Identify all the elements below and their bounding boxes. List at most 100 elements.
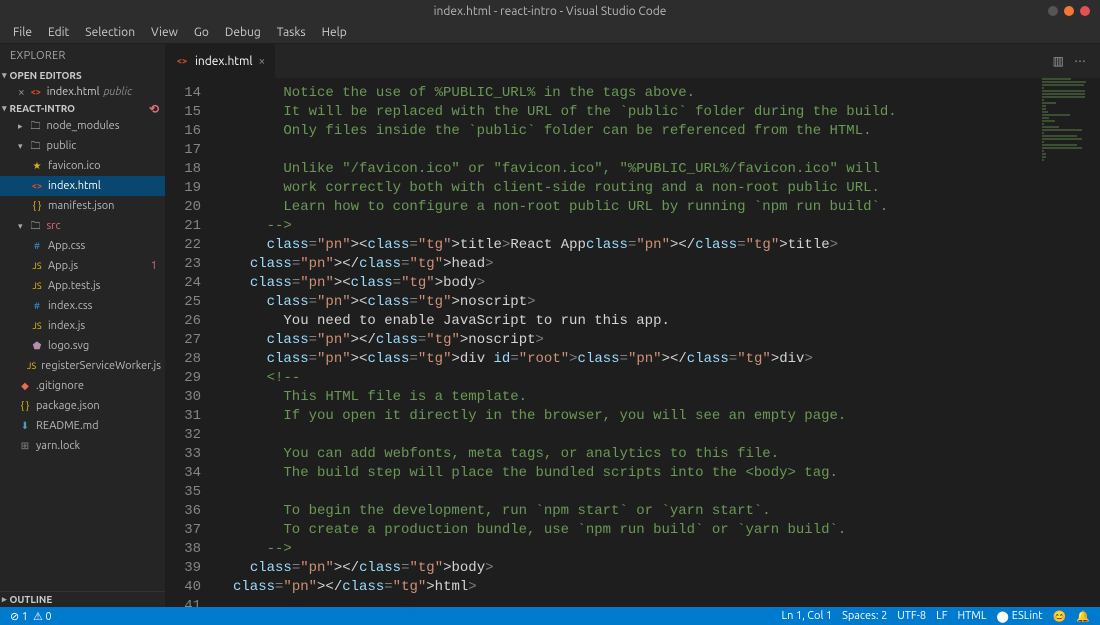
file-icon: { } [18, 399, 32, 413]
menu-go[interactable]: Go [187, 24, 216, 41]
file-name: package.json [36, 398, 161, 414]
file-icon: ⬇ [18, 419, 32, 433]
file-name: App.js [48, 258, 147, 274]
menu-tasks[interactable]: Tasks [270, 24, 313, 41]
tree-item-index-js[interactable]: JS index.js [0, 316, 165, 336]
file-icon: { } [30, 199, 44, 213]
refresh-icon[interactable]: ⟲ [149, 102, 159, 116]
chevron-icon: ▸ [18, 118, 23, 134]
editor-area: <> index.html × ▥ ⋯ 14151617181920212223… [165, 44, 1100, 607]
minimize-button[interactable] [1048, 6, 1058, 16]
chevron-icon: ▾ [18, 218, 23, 234]
tree-item-App-js[interactable]: JS App.js1 [0, 256, 165, 276]
folder-icon: 🗀 [29, 219, 43, 233]
tab-close-icon[interactable]: × [259, 55, 266, 68]
folder-icon: 🗀 [29, 139, 43, 153]
tree-item--gitignore[interactable]: ◆ .gitignore [0, 376, 165, 396]
menu-help[interactable]: Help [315, 24, 354, 41]
html-file-icon: <> [29, 85, 43, 99]
file-name: manifest.json [48, 198, 161, 214]
file-icon: ★ [30, 159, 44, 173]
file-name: .gitignore [36, 378, 161, 394]
status-encoding[interactable]: UTF-8 [897, 610, 926, 622]
file-name: README.md [36, 418, 161, 434]
open-editor-item[interactable]: × <> index.html public [0, 83, 165, 101]
outline-header[interactable]: ▸ OUTLINE [0, 591, 165, 607]
file-icon: JS [30, 319, 44, 333]
split-editor-icon[interactable]: ▥ [1053, 54, 1064, 68]
code-editor[interactable]: 1415161718192021222324252627282930313233… [165, 78, 1100, 607]
tree-item-index-html[interactable]: <>index.html [0, 176, 165, 196]
menu-file[interactable]: File [6, 24, 39, 41]
chevron-down-icon: ▾ [2, 103, 7, 114]
tree-item-package-json[interactable]: { } package.json [0, 396, 165, 416]
tree-item-logo-svg[interactable]: ⬟ logo.svg [0, 336, 165, 356]
window-title: index.html - react-intro - Visual Studio… [434, 5, 667, 18]
status-indentation[interactable]: Spaces: 2 [842, 610, 887, 622]
tree-item-src[interactable]: ▾🗀src [0, 216, 165, 236]
project-header[interactable]: ▾ REACT-INTRO ⟲ [0, 101, 165, 116]
tree-item-App-css[interactable]: # App.css [0, 236, 165, 256]
file-name: index.js [48, 318, 161, 334]
file-icon: JS [30, 279, 44, 293]
menu-edit[interactable]: Edit [41, 24, 76, 41]
maximize-button[interactable] [1064, 6, 1074, 16]
tree-item-App-test-js[interactable]: JS App.test.js [0, 276, 165, 296]
tree-item-index-css[interactable]: # index.css [0, 296, 165, 316]
status-feedback[interactable]: 😊 [1053, 610, 1067, 623]
explorer-sidebar: EXPLORER ▾ OPEN EDITORS × <> index.html … [0, 44, 165, 607]
file-icon: ⊞ [18, 439, 32, 453]
error-badge: 1 [151, 258, 157, 274]
menu-bar: File Edit Selection View Go Debug Tasks … [0, 22, 1100, 44]
minimap[interactable] [1040, 78, 1100, 198]
window-title-bar: index.html - react-intro - Visual Studio… [0, 0, 1100, 22]
close-editor-icon[interactable]: × [18, 86, 25, 99]
tree-item-yarn-lock[interactable]: ⊞ yarn.lock [0, 436, 165, 456]
file-name: logo.svg [48, 338, 161, 354]
status-language[interactable]: HTML [958, 610, 987, 622]
status-eslint[interactable]: ⬤ ESLint [996, 610, 1042, 623]
file-name: App.css [48, 238, 161, 254]
file-icon: JS [30, 259, 44, 273]
file-name: index.css [48, 298, 161, 314]
file-name: favicon.ico [48, 158, 161, 174]
file-tree: ▸ 🗀 node_modules ▾ 🗀 public★ favicon.ico <>inde… [0, 116, 165, 456]
tree-item-public[interactable]: ▾ 🗀 public [0, 136, 165, 156]
tree-item-manifest-json[interactable]: { } manifest.json [0, 196, 165, 216]
line-gutter: 1415161718192021222324252627282930313233… [165, 78, 215, 607]
file-icon: JS [26, 359, 37, 373]
tab-index-html[interactable]: <> index.html × [165, 44, 276, 78]
tree-item-registerServiceWorker-js[interactable]: JS registerServiceWorker.js [0, 356, 165, 376]
open-editors-header[interactable]: ▾ OPEN EDITORS [0, 68, 165, 83]
tree-item-README-md[interactable]: ⬇ README.md [0, 416, 165, 436]
code-content[interactable]: Notice the use of %PUBLIC_URL% in the ta… [215, 78, 1100, 607]
file-name: public [47, 138, 161, 154]
status-bar: ⊘ 1 ⚠ 0 Ln 1, Col 1 Spaces: 2 UTF-8 LF H… [0, 607, 1100, 625]
chevron-icon: ▾ [18, 138, 23, 154]
file-icon: ⬟ [30, 339, 44, 353]
chevron-right-icon: ▸ [2, 594, 7, 605]
menu-debug[interactable]: Debug [218, 24, 268, 41]
folder-icon: 🗀 [29, 119, 43, 133]
menu-selection[interactable]: Selection [78, 24, 142, 41]
file-name: index.html [48, 178, 161, 194]
html-file-icon: <> [175, 54, 189, 68]
file-name: node_modules [47, 118, 161, 134]
status-notifications-icon[interactable]: 🔔 [1076, 610, 1090, 623]
more-actions-icon[interactable]: ⋯ [1074, 54, 1086, 68]
close-window-button[interactable] [1080, 6, 1090, 16]
status-problems[interactable]: ⊘ 1 ⚠ 0 [10, 610, 52, 623]
tree-item-node_modules[interactable]: ▸ 🗀 node_modules [0, 116, 165, 136]
file-icon: # [30, 239, 44, 253]
file-icon: ◆ [18, 379, 32, 393]
file-name: App.test.js [48, 278, 161, 294]
file-icon: # [30, 299, 44, 313]
menu-view[interactable]: View [144, 24, 185, 41]
tab-bar: <> index.html × ▥ ⋯ [165, 44, 1100, 78]
status-eol[interactable]: LF [936, 610, 947, 622]
tree-item-favicon-ico[interactable]: ★ favicon.ico [0, 156, 165, 176]
explorer-title: EXPLORER [0, 44, 165, 68]
status-cursor-position[interactable]: Ln 1, Col 1 [781, 610, 832, 622]
file-name: registerServiceWorker.js [41, 358, 161, 374]
file-name: yarn.lock [36, 438, 161, 454]
